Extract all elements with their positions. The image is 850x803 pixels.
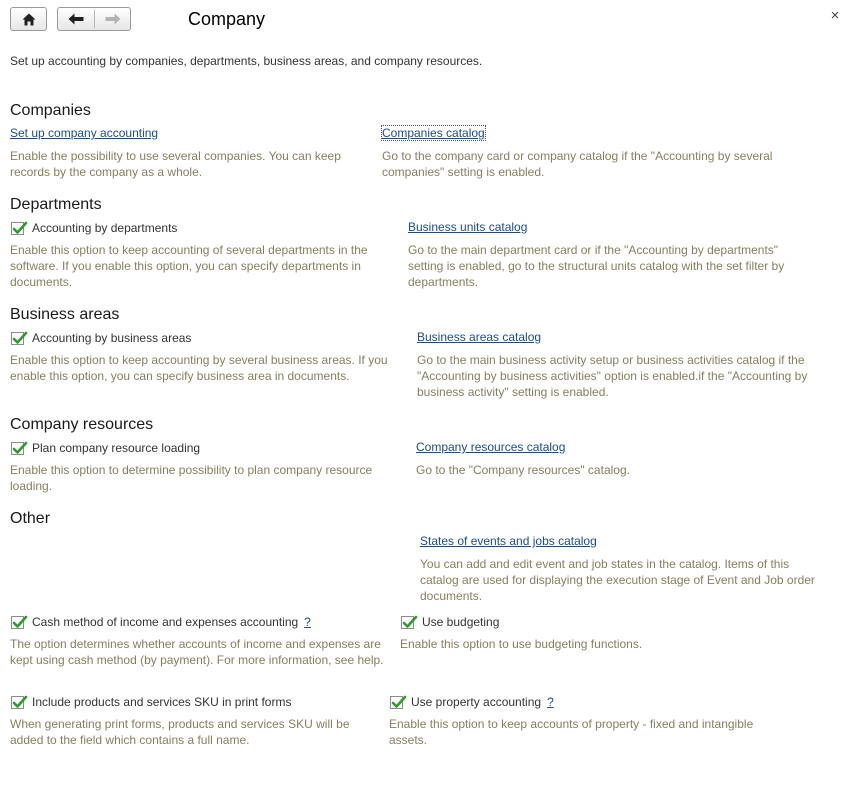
checkmark-icon	[12, 695, 28, 708]
checkbox-box[interactable]	[390, 695, 407, 709]
page-description: Set up accounting by companies, departme…	[10, 54, 483, 68]
section-heading-companies: Companies	[10, 102, 91, 119]
section-heading-business-areas: Business areas	[10, 306, 120, 323]
navigation-button-group	[57, 7, 131, 31]
home-button[interactable]	[10, 7, 47, 31]
checkmark-icon	[12, 221, 28, 234]
use-property-accounting-description: Enable this option to keep accounts of p…	[389, 717, 754, 747]
states-of-events-and-jobs-catalog-description: You can add and edit event and job state…	[420, 557, 815, 603]
include-sku-description: When generating print forms, products an…	[10, 717, 350, 747]
section-heading-company-resources: Company resources	[10, 416, 154, 433]
checkbox-label: Accounting by business areas	[32, 331, 192, 345]
arrow-left-icon	[68, 13, 84, 25]
section-heading-departments: Departments	[10, 196, 102, 213]
business-units-catalog-link[interactable]: Business units catalog	[408, 220, 527, 234]
checkbox-label: Include products and services SKU in pri…	[32, 695, 292, 709]
accounting-by-departments-checkbox[interactable]: Accounting by departments	[11, 220, 177, 236]
business-units-catalog-description: Go to the main department card or if the…	[408, 243, 785, 289]
cash-method-description: The option determines whether accounts o…	[10, 637, 384, 667]
checkbox-box[interactable]	[11, 331, 28, 345]
checkbox-box[interactable]	[401, 615, 418, 629]
arrow-right-icon	[105, 13, 121, 25]
checkbox-label: Use budgeting	[422, 615, 500, 629]
use-property-accounting-checkbox[interactable]: Use property accounting ?	[390, 694, 554, 710]
checkmark-icon	[12, 615, 28, 628]
page-title: Company	[188, 9, 266, 29]
checkmark-icon	[12, 331, 28, 344]
company-resources-catalog-description: Go to the "Company resources" catalog.	[416, 463, 630, 477]
companies-catalog-description: Go to the company card or company catalo…	[382, 149, 773, 179]
accounting-by-business-areas-checkbox[interactable]: Accounting by business areas	[11, 330, 191, 346]
include-sku-checkbox[interactable]: Include products and services SKU in pri…	[11, 694, 291, 710]
checkbox-label: Use property accounting	[411, 695, 542, 709]
checkbox-label: Cash method of income and expenses accou…	[32, 615, 299, 629]
plan-company-resource-loading-checkbox[interactable]: Plan company resource loading	[11, 440, 200, 456]
use-budgeting-checkbox[interactable]: Use budgeting	[401, 614, 499, 630]
checkbox-label: Plan company resource loading	[32, 441, 201, 455]
section-heading-other: Other	[10, 510, 51, 527]
checkbox-box[interactable]	[11, 695, 28, 709]
checkmark-icon	[391, 695, 407, 708]
companies-catalog-link[interactable]: Companies catalog	[381, 125, 486, 141]
checkmark-icon	[402, 615, 418, 628]
checkmark-icon	[12, 441, 28, 454]
checkbox-label: Accounting by departments	[32, 221, 178, 235]
cash-method-checkbox[interactable]: Cash method of income and expenses accou…	[11, 614, 311, 630]
forward-button[interactable]	[95, 8, 130, 30]
home-icon	[11, 8, 46, 30]
help-link[interactable]: ?	[547, 695, 554, 709]
business-areas-catalog-description: Go to the main business activity setup o…	[417, 353, 808, 399]
close-icon[interactable]: ×	[828, 8, 842, 24]
help-link[interactable]: ?	[304, 615, 311, 629]
back-button[interactable]	[58, 8, 94, 30]
company-resources-catalog-link[interactable]: Company resources catalog	[416, 440, 565, 454]
checkbox-box[interactable]	[11, 441, 28, 455]
business-areas-catalog-link[interactable]: Business areas catalog	[417, 330, 541, 344]
plan-company-resource-loading-description: Enable this option to determine possibil…	[10, 463, 373, 493]
checkbox-box[interactable]	[11, 221, 28, 235]
checkbox-box[interactable]	[11, 615, 28, 629]
accounting-by-departments-description: Enable this option to keep accounting of…	[10, 243, 368, 289]
use-budgeting-description: Enable this option to use budgeting func…	[400, 637, 643, 651]
states-of-events-and-jobs-catalog-link[interactable]: States of events and jobs catalog	[420, 534, 597, 548]
set-up-company-accounting-link[interactable]: Set up company accounting	[10, 126, 158, 140]
set-up-company-accounting-description: Enable the possibility to use several co…	[10, 149, 341, 179]
accounting-by-business-areas-description: Enable this option to keep accounting by…	[10, 353, 388, 383]
